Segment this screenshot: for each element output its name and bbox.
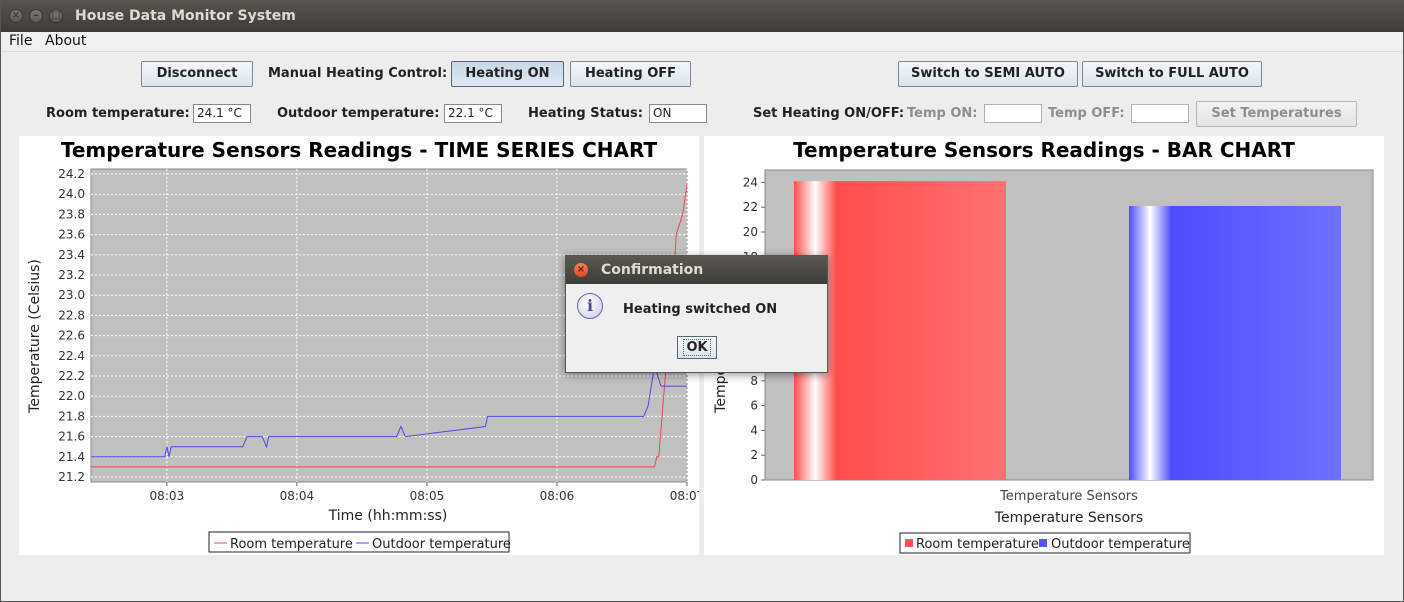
dialog-ok-label: OK	[683, 339, 711, 356]
full-auto-button[interactable]: Switch to FULL AUTO	[1082, 61, 1262, 87]
window-title: House Data Monitor System	[75, 8, 296, 24]
dialog-titlebar: × Confirmation	[566, 256, 827, 284]
bar-y-tick-label: 8	[750, 374, 758, 388]
set-heating-label: Set Heating ON/OFF:	[753, 106, 905, 121]
window-close-icon[interactable]: ×	[9, 9, 23, 23]
window-minimize-icon[interactable]: –	[29, 9, 43, 23]
bar-legend-swatch-outdoor	[1039, 539, 1047, 547]
ts-legend-room: Room temperature	[230, 537, 353, 552]
bar-legend-room: Room temperature	[916, 537, 1039, 552]
ts-x-tick-label: 08:03	[150, 489, 185, 503]
dialog-ok-button[interactable]: OK	[677, 336, 717, 359]
dialog-close-icon[interactable]: ×	[574, 263, 588, 277]
ts-legend-outdoor: Outdoor temperature	[372, 537, 511, 552]
temp-on-input[interactable]	[984, 104, 1042, 123]
menu-about[interactable]: About	[45, 32, 86, 50]
ts-y-tick-label: 24.0	[58, 187, 85, 201]
bar-y-tick-label: 20	[743, 225, 758, 239]
ts-y-axis-label: Temperature (Celsius)	[27, 259, 43, 414]
info-icon: i	[577, 293, 603, 319]
ts-y-tick-label: 22.0	[58, 389, 85, 403]
semi-auto-button[interactable]: Switch to SEMI AUTO	[898, 61, 1078, 87]
confirmation-dialog: × Confirmation i Heating switched ON OK	[565, 255, 828, 373]
menubar: File About	[2, 32, 1402, 52]
ts-y-tick-label: 23.2	[58, 268, 85, 282]
ts-y-tick-label: 23.8	[58, 207, 85, 221]
bar-legend-swatch-room	[905, 539, 913, 547]
outdoor-temperature-field: 22.1 °C	[444, 104, 502, 123]
temp-on-label: Temp ON:	[907, 106, 978, 121]
set-temperatures-button[interactable]: Set Temperatures	[1196, 101, 1357, 127]
bar-category-label: Temperature Sensors	[999, 489, 1138, 504]
ts-y-tick-label: 23.6	[58, 228, 85, 242]
heating-status-field: ON	[649, 104, 707, 123]
bar-y-tick-label: 6	[750, 399, 758, 413]
dialog-title: Confirmation	[601, 262, 704, 278]
room-temperature-label: Room temperature:	[46, 106, 190, 121]
main-window: × – □ House Data Monitor System File Abo…	[0, 0, 1404, 602]
ts-x-tick-label: 08:05	[410, 489, 445, 503]
heating-off-button[interactable]: Heating OFF	[570, 61, 691, 87]
room-temperature-field: 24.1 °C	[193, 104, 251, 123]
bar-outdoor-temperature	[1129, 205, 1341, 480]
ts-y-tick-label: 21.2	[58, 470, 85, 484]
ts-y-tick-label: 21.8	[58, 409, 85, 423]
bar-y-tick-label: 24	[743, 175, 758, 189]
ts-x-axis-label: Time (hh:mm:ss)	[328, 508, 448, 524]
temp-off-input[interactable]	[1131, 104, 1189, 123]
menu-file[interactable]: File	[9, 32, 32, 50]
ts-y-tick-label: 22.6	[58, 329, 85, 343]
window-maximize-icon[interactable]: □	[49, 9, 63, 23]
ts-y-tick-label: 22.2	[58, 369, 85, 383]
ts-x-tick-label: 08:04	[280, 489, 315, 503]
ts-y-tick-label: 23.4	[58, 248, 85, 262]
ts-y-tick-label: 21.6	[58, 430, 85, 444]
ts-x-tick-label: 08:06	[540, 489, 575, 503]
bar-x-axis-label: Temperature Sensors	[994, 510, 1143, 526]
dialog-message: Heating switched ON	[623, 302, 778, 317]
bar-legend-outdoor: Outdoor temperature	[1051, 537, 1190, 552]
heating-on-button[interactable]: Heating ON	[451, 61, 564, 87]
temp-off-label: Temp OFF:	[1048, 106, 1125, 121]
bar-y-tick-label: 22	[743, 200, 758, 214]
bar-y-tick-label: 2	[750, 448, 758, 462]
ts-y-tick-label: 24.2	[58, 167, 85, 181]
bar-y-tick-label: 4	[750, 423, 758, 437]
outdoor-temperature-label: Outdoor temperature:	[277, 106, 440, 121]
ts-y-tick-label: 22.4	[58, 349, 85, 363]
ts-y-tick-label: 21.4	[58, 450, 85, 464]
ts-y-tick-label: 23.0	[58, 288, 85, 302]
bar-y-tick-label: 0	[750, 473, 758, 487]
disconnect-button[interactable]: Disconnect	[141, 61, 253, 87]
manual-heating-label: Manual Heating Control:	[268, 66, 448, 81]
window-titlebar: × – □ House Data Monitor System	[1, 0, 1404, 32]
ts-y-tick-label: 22.8	[58, 308, 85, 322]
ts-x-tick-label: 08:07	[670, 489, 699, 503]
heating-status-label: Heating Status:	[528, 106, 643, 121]
